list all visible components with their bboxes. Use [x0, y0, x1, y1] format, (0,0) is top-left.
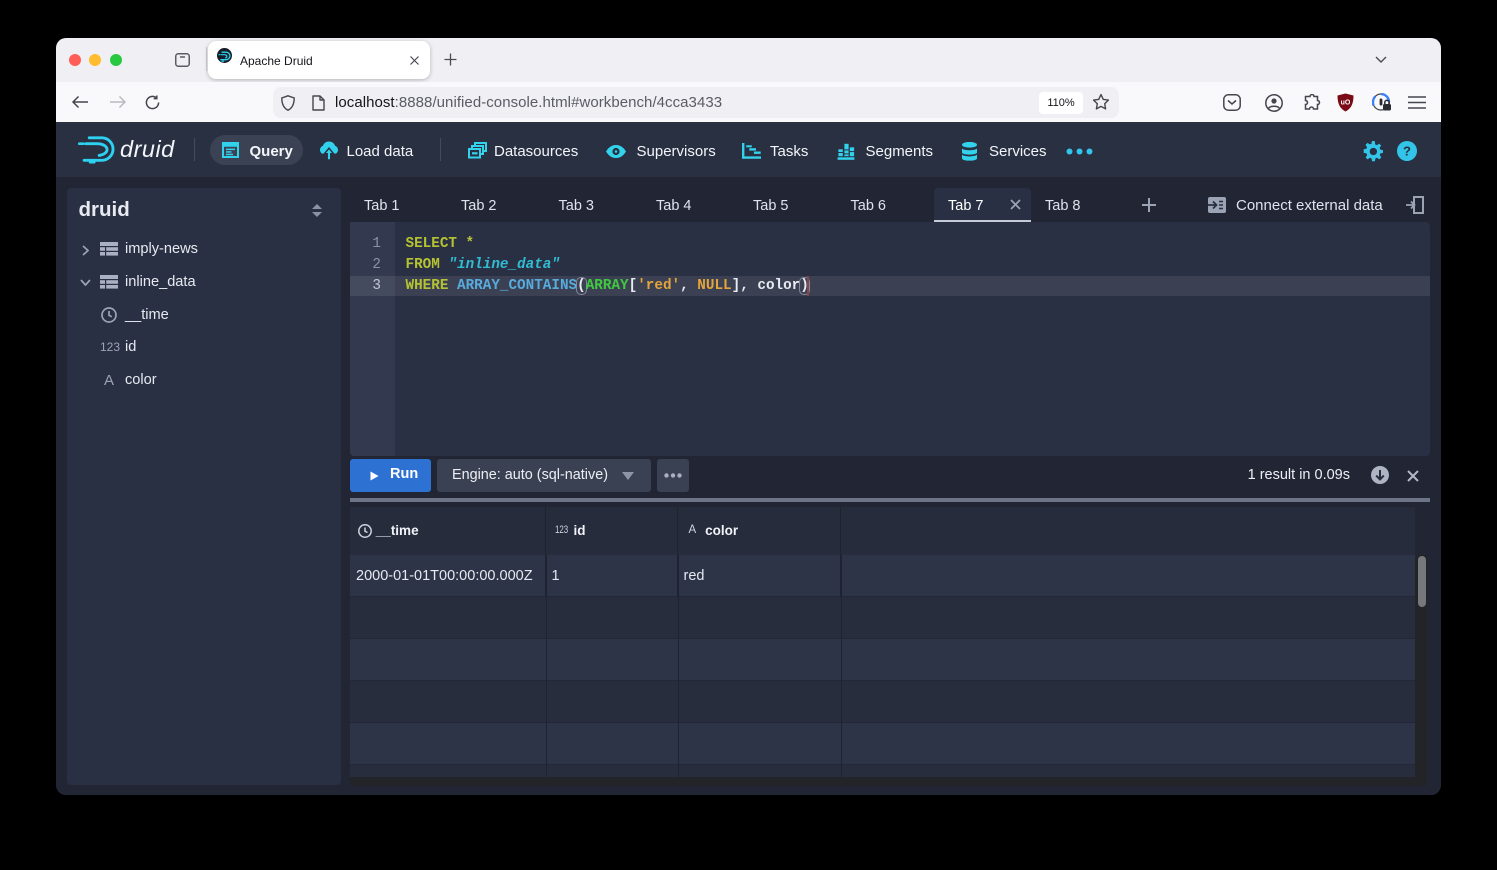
- svg-text:uO: uO: [1341, 100, 1351, 107]
- svg-text:?: ?: [1403, 144, 1411, 159]
